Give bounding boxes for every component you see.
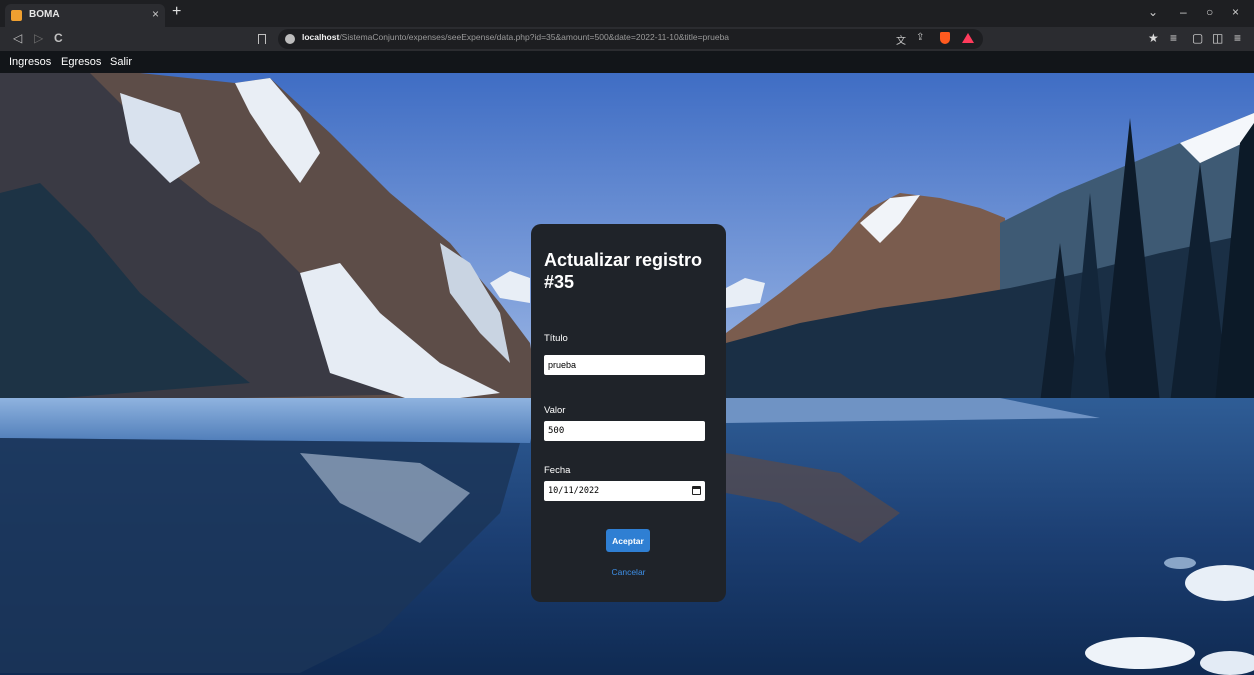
amount-input[interactable] bbox=[544, 421, 705, 441]
cancel-link[interactable]: Cancelar bbox=[531, 567, 726, 577]
tab-close-button[interactable]: × bbox=[152, 7, 159, 21]
date-label: Fecha bbox=[544, 465, 571, 476]
browser-toolbar: ◁ ▷ C localhost/SistemaConjunto/expenses… bbox=[0, 27, 1254, 51]
accept-button[interactable]: Aceptar bbox=[606, 529, 650, 552]
date-value: 10/11/2022 bbox=[548, 486, 600, 496]
address-bar[interactable]: localhost/SistemaConjunto/expenses/seeEx… bbox=[278, 29, 983, 49]
calendar-icon[interactable] bbox=[692, 486, 701, 495]
date-input[interactable]: 10/11/2022 bbox=[544, 481, 705, 501]
url-path: /SistemaConjunto/expenses/seeExpense/dat… bbox=[339, 32, 730, 42]
back-icon[interactable]: ◁ bbox=[13, 31, 22, 45]
new-tab-button[interactable]: + bbox=[172, 3, 181, 21]
playlist-icon[interactable]: ≡ bbox=[1170, 31, 1177, 45]
brave-rewards-icon[interactable] bbox=[962, 33, 974, 43]
wallet-icon[interactable]: ◫ bbox=[1212, 31, 1223, 45]
url-host: localhost bbox=[302, 32, 340, 42]
tab-title: BOMA bbox=[29, 9, 60, 20]
title-label: Título bbox=[544, 333, 568, 344]
minimize-button[interactable]: – bbox=[1180, 5, 1187, 19]
tab-list-chevron-icon[interactable]: ⌄ bbox=[1148, 5, 1158, 19]
sidebar-icon[interactable]: ▢ bbox=[1192, 31, 1203, 45]
menu-icon[interactable]: ≡ bbox=[1234, 31, 1241, 45]
nav-link-ingresos[interactable]: Ingresos bbox=[9, 56, 51, 68]
extensions-icon[interactable]: ★ bbox=[1148, 31, 1159, 45]
share-icon[interactable]: ⇪ bbox=[916, 32, 924, 43]
forward-icon[interactable]: ▷ bbox=[34, 31, 43, 45]
page-title: Actualizar registro #35 bbox=[544, 250, 703, 292]
close-window-button[interactable]: × bbox=[1232, 5, 1239, 19]
browser-titlebar: BOMA × + ⌄ – ○ × bbox=[0, 0, 1254, 27]
nav-link-egresos[interactable]: Egresos bbox=[61, 56, 101, 68]
reload-icon[interactable]: C bbox=[54, 31, 63, 45]
bookmark-icon[interactable] bbox=[258, 34, 266, 44]
url-text[interactable]: localhost/SistemaConjunto/expenses/seeEx… bbox=[302, 32, 729, 42]
site-info-icon[interactable] bbox=[285, 34, 295, 44]
brave-shields-icon[interactable] bbox=[940, 32, 950, 44]
browser-tab[interactable]: BOMA × bbox=[5, 4, 165, 27]
title-input[interactable] bbox=[544, 355, 705, 375]
nav-link-salir[interactable]: Salir bbox=[110, 56, 132, 68]
amount-label: Valor bbox=[544, 405, 566, 416]
restore-button[interactable]: ○ bbox=[1206, 5, 1213, 19]
app-navbar: Ingresos Egresos Salir bbox=[0, 51, 1254, 73]
boma-favicon-icon bbox=[11, 10, 22, 21]
translate-icon[interactable]: 文 bbox=[896, 32, 906, 47]
update-expense-card: Actualizar registro #35 Título Valor Fec… bbox=[531, 224, 726, 602]
